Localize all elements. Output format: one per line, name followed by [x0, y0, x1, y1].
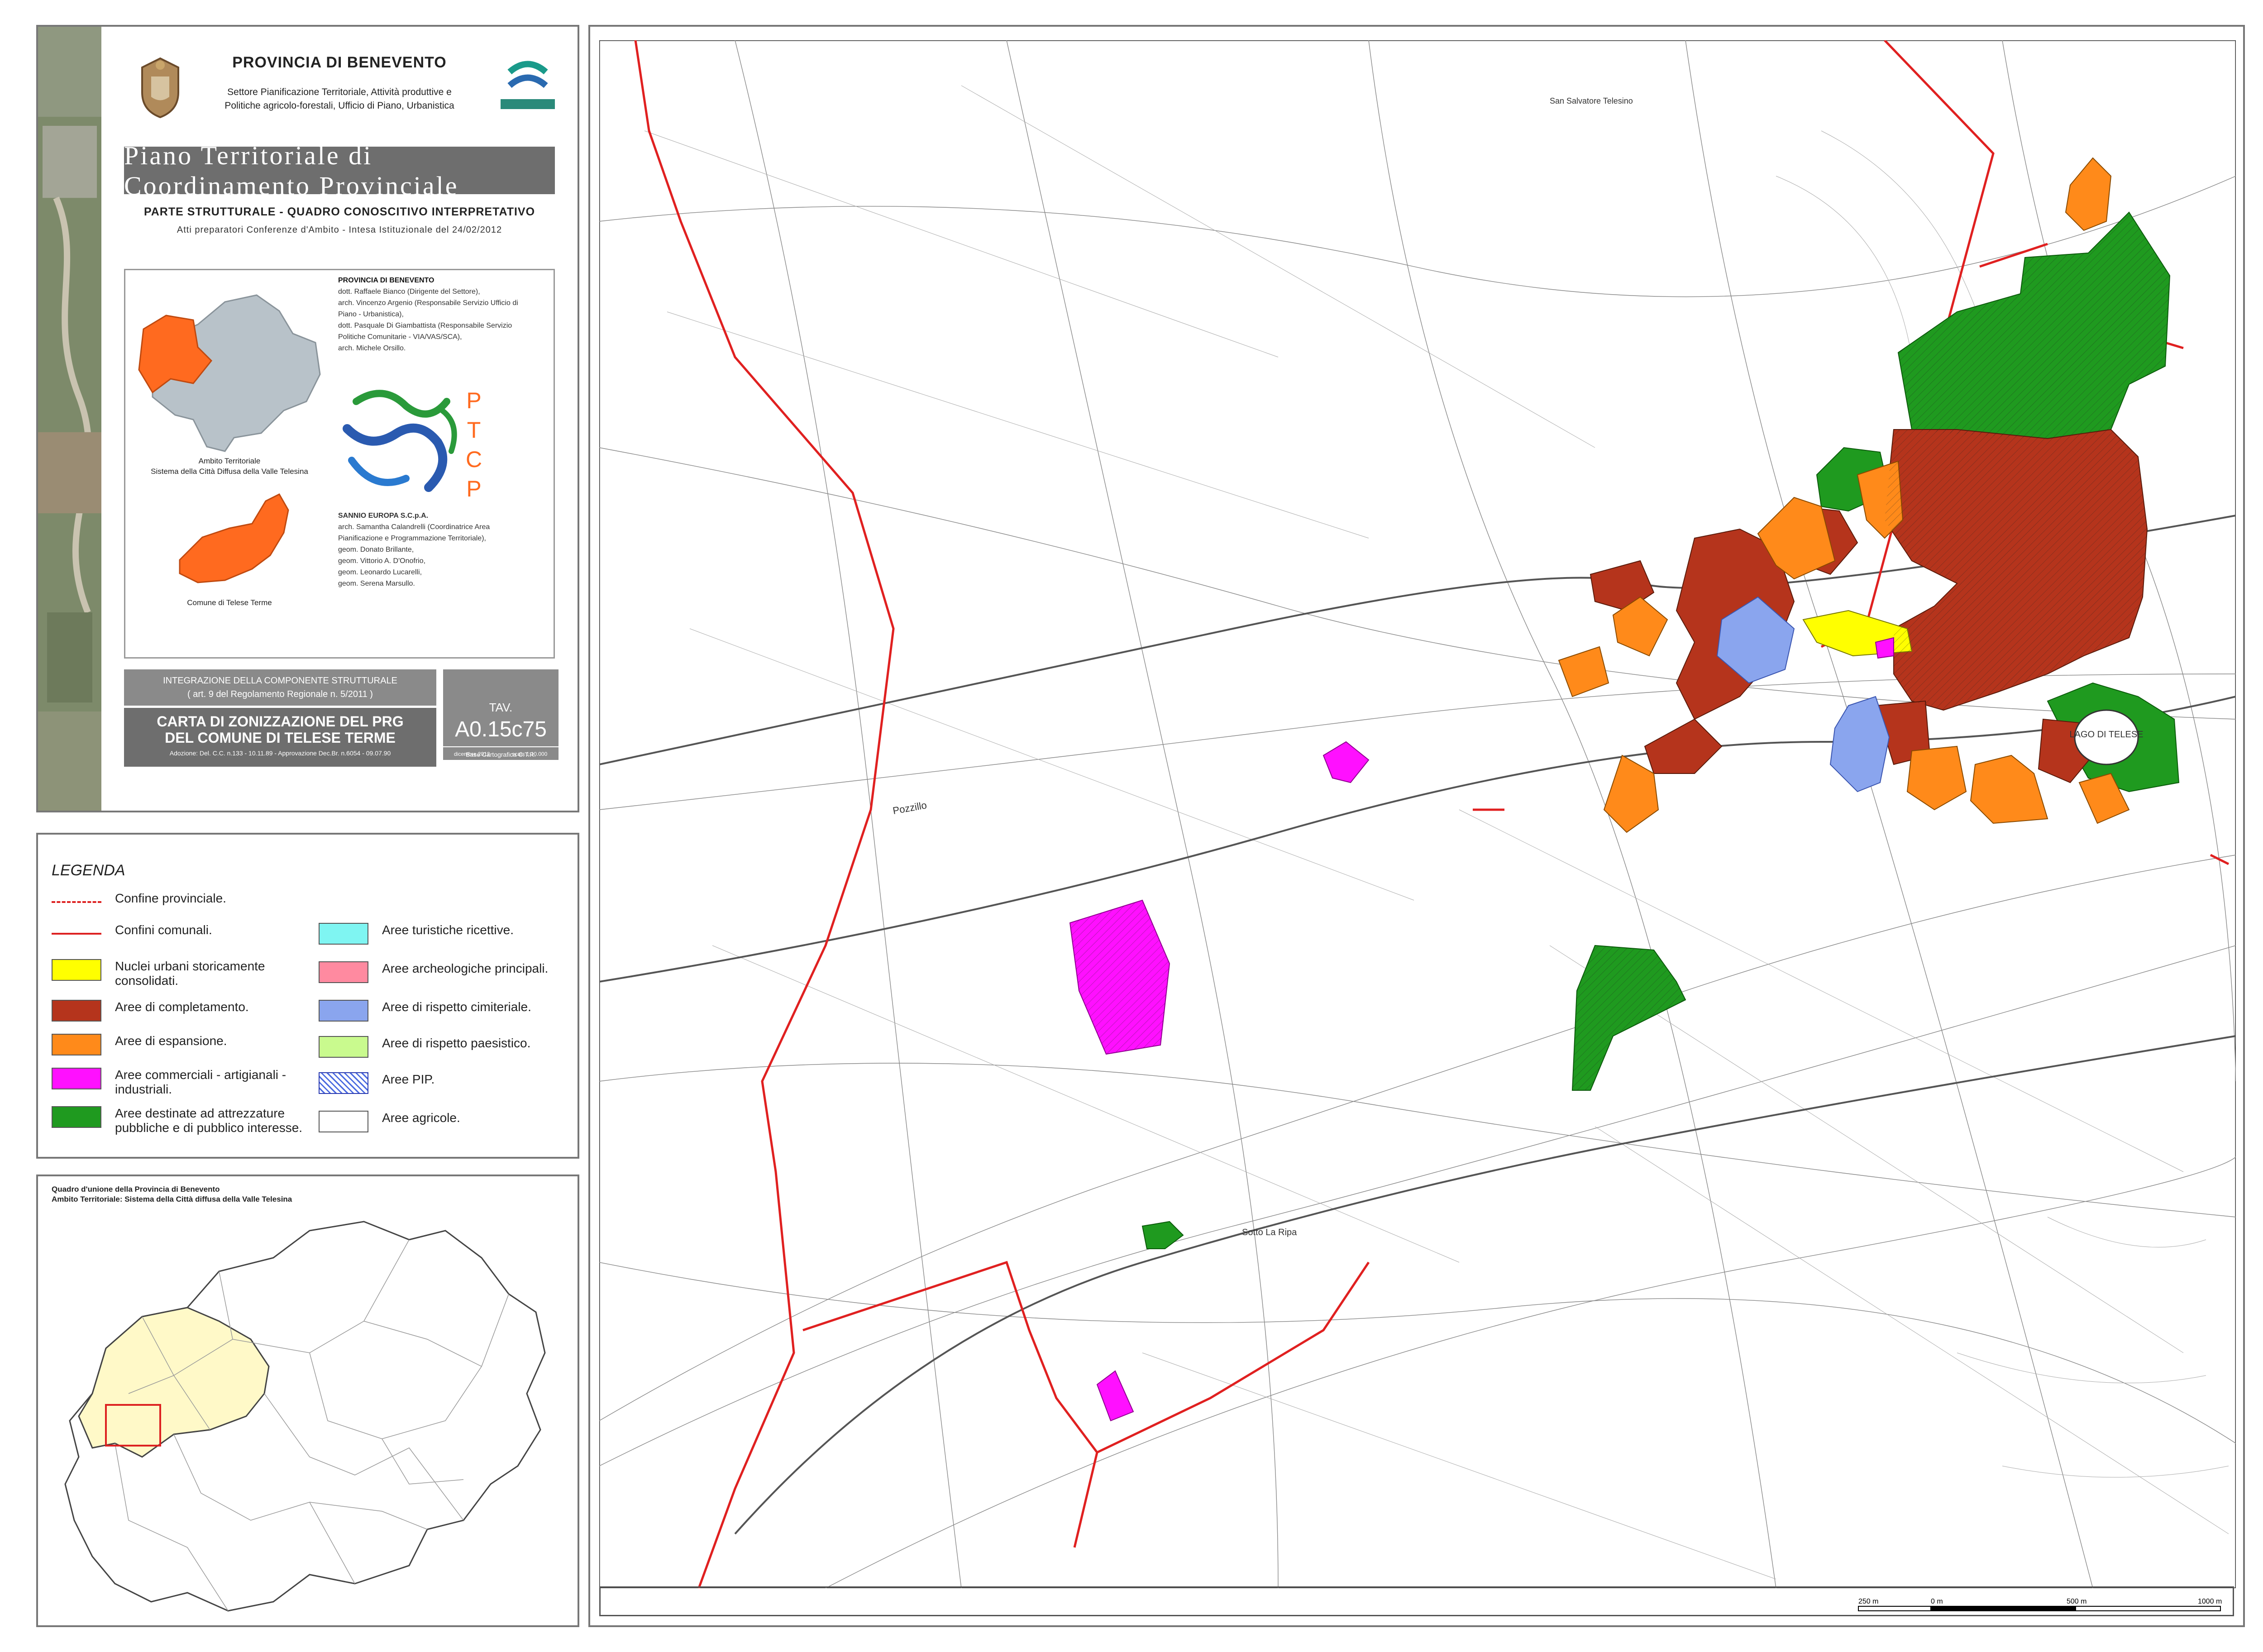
aerial-photo-strip — [38, 27, 101, 811]
comune-locator-map — [179, 493, 289, 583]
legend-panel: LEGENDA Confine provinciale. Confini com… — [36, 833, 579, 1159]
ptcp-logo-icon: P T C P — [343, 388, 482, 501]
sannio-europa-logo-icon — [501, 61, 555, 109]
scale-label: 1000 m — [2198, 1598, 2222, 1605]
legend-title: LEGENDA — [52, 862, 125, 879]
place-label: LAGO DI TELESE — [2069, 730, 2143, 740]
legend-item-attrezzature: Aree destinate ad attrezzature pubbliche… — [52, 1106, 305, 1135]
legend-item-pip: Aree PIP. — [319, 1072, 572, 1094]
sannio-staff: SANNIO EUROPA S.C.p.A. arch. Samantha Ca… — [338, 512, 490, 587]
scale-label: 0 m — [1931, 1598, 1943, 1605]
acts-subheading: Atti preparatori Conferenze d'Ambito - I… — [177, 225, 502, 235]
legend-item-espansione: Aree di espansione. — [52, 1034, 305, 1055]
scale-bar: 250 m 0 m 500 m 1000 m — [1858, 1598, 2222, 1611]
ambito-caption: Ambito Territoriale Sistema della Città … — [151, 457, 308, 476]
legend-item-completamento: Aree di completamento. — [52, 1000, 305, 1022]
legend-item-confini-comunali: Confini comunali. — [52, 923, 212, 945]
map-title-box: CARTA DI ZONIZZAZIONE DEL PRG DEL COMUNE… — [124, 708, 436, 767]
credits-box: Ambito Territoriale Sistema della Città … — [124, 269, 555, 659]
ptcp-letter: P — [466, 476, 481, 501]
place-label: Sotto La Ripa — [1242, 1227, 1297, 1237]
legend-item-confine-provinciale: Confine provinciale. — [52, 891, 226, 913]
legend-item-cimiteriale: Aree di rispetto cimiteriale. — [319, 1000, 572, 1022]
map-panel: LAGO DI TELESE Sotto La Ripa Pozzillo Sa… — [588, 25, 2245, 1627]
province-locator-map — [138, 294, 321, 452]
title-block: PROVINCIA DI BENEVENTO Settore Pianifica… — [36, 25, 579, 812]
legend-item-paesistico: Aree di rispetto paesistico. — [319, 1036, 572, 1058]
ptcp-letter: P — [466, 388, 481, 413]
sector-subtitle: Settore Pianificazione Territoriale, Att… — [224, 87, 454, 111]
legend-item-turistiche: Aree turistiche ricettive. — [319, 923, 572, 945]
legend-item-nuclei-urbani: Nuclei urbani storicamente consolidati. — [52, 959, 305, 988]
scale-label: 500 m — [2067, 1598, 2086, 1605]
legend-item-agricole: Aree agricole. — [319, 1111, 572, 1132]
inset-panel: Quadro d'unione della Provincia di Benev… — [36, 1175, 579, 1627]
legend-item-commerciali: Aree commerciali - artigianali - industr… — [52, 1068, 305, 1097]
ptcp-letter: T — [467, 417, 481, 443]
part-heading: PARTE STRUTTURALE - QUADRO CONOSCITIVO I… — [143, 205, 535, 218]
integration-box: INTEGRAZIONE DELLA COMPONENTE STRUTTURAL… — [124, 669, 436, 706]
inset-title: Quadro d'unione della Provincia di Benev… — [52, 1185, 292, 1203]
comune-caption: Comune di Telese Terme — [187, 598, 272, 607]
zoning-map: LAGO DI TELESE Sotto La Ripa Pozzillo Sa… — [599, 40, 2236, 1588]
scale-label: 250 m — [1858, 1598, 1878, 1605]
place-label: San Salvatore Telesino — [1550, 96, 1633, 105]
province-staff: PROVINCIA DI BENEVENTO dott. Raffaele Bi… — [338, 277, 518, 352]
province-index-map — [64, 1221, 546, 1612]
table-code-box: TAV. A0.15c75 Base Cartografica C.T.R. d… — [443, 669, 559, 760]
legend-item-archeologiche: Aree archeologiche principali. — [319, 961, 572, 983]
plan-title-bar: Piano Territoriale di Coordinamento Prov… — [124, 141, 555, 201]
ptcp-letter: C — [466, 447, 482, 472]
